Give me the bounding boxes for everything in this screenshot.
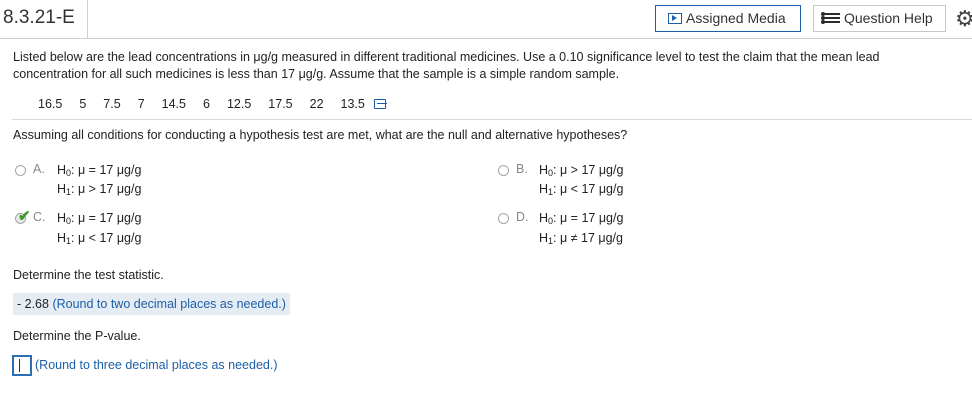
p-value-hint: (Round to three decimal places as needed…: [35, 358, 278, 372]
option-b-letter: B.: [516, 162, 528, 176]
data-value: 5: [79, 97, 87, 111]
data-values-row: 16.5 5 7.5 7 14.5 6 12.5 17.5 22 13.5: [38, 96, 411, 112]
p-value-prompt: Determine the P-value.: [13, 329, 141, 343]
data-value: 12.5: [226, 97, 252, 111]
question-id: 8.3.21-E: [0, 0, 88, 38]
problem-text-line1: Listed below are the lead concentrations…: [13, 50, 880, 64]
option-a-radio[interactable]: [15, 165, 26, 176]
data-value: 22: [309, 97, 324, 111]
data-value: 14.5: [161, 97, 186, 111]
test-statistic-value: - 2.68: [17, 297, 49, 311]
option-c-h1: H1: μ < 17 μg/g: [57, 231, 142, 246]
data-value: 7.5: [103, 97, 121, 111]
header-bar: 8.3.21-E Assigned Media Question Help ⚙: [0, 0, 972, 39]
assigned-media-button[interactable]: Assigned Media: [655, 5, 801, 32]
option-a-h1: H1: μ > 17 μg/g: [57, 182, 142, 197]
gear-icon[interactable]: ⚙: [955, 7, 972, 31]
option-d-h1: H1: μ ≠ 17 μg/g: [539, 231, 623, 246]
data-value: 7: [137, 97, 145, 111]
option-b-radio[interactable]: [498, 165, 509, 176]
data-value: 6: [202, 97, 210, 111]
data-value: 17.5: [268, 97, 293, 111]
data-value: 16.5: [38, 97, 63, 111]
question-help-label: Question Help: [844, 10, 933, 26]
copy-data-icon[interactable]: [373, 99, 387, 109]
test-statistic-answer: - 2.68 (Round to two decimal places as n…: [13, 293, 290, 315]
problem-text-line2: concentration for all such medicines is …: [13, 67, 620, 81]
test-statistic-hint: (Round to two decimal places as needed.): [52, 297, 286, 311]
option-d-radio[interactable]: [498, 213, 509, 224]
option-c-letter: C.: [33, 210, 46, 224]
option-b-h1: H1: μ < 17 μg/g: [539, 182, 624, 197]
hypothesis-prompt: Assuming all conditions for conducting a…: [13, 128, 628, 142]
media-icon: [668, 12, 682, 24]
option-a-letter: A.: [33, 162, 45, 176]
data-value: 13.5: [340, 97, 365, 111]
divider: [12, 119, 972, 120]
question-help-button[interactable]: Question Help: [813, 5, 946, 32]
checkmark-icon: ✔: [18, 208, 31, 225]
test-statistic-prompt: Determine the test statistic.: [13, 268, 164, 282]
list-icon: [821, 12, 840, 25]
option-d-letter: D.: [516, 210, 529, 224]
p-value-input[interactable]: [12, 355, 32, 376]
assigned-media-label: Assigned Media: [686, 10, 786, 26]
